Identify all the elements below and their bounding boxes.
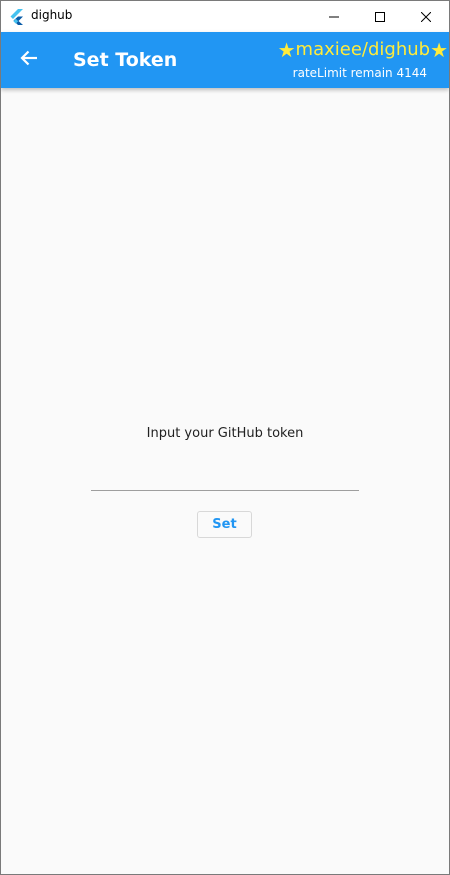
repo-link[interactable]: ★ maxiee/dighub ★ bbox=[278, 39, 448, 61]
maximize-button[interactable] bbox=[357, 1, 403, 32]
rate-limit-status: rateLimit remain 4144 bbox=[292, 66, 427, 80]
minimize-button[interactable] bbox=[311, 1, 357, 32]
arrow-left-icon bbox=[20, 50, 38, 70]
token-input[interactable] bbox=[91, 463, 359, 491]
star-icon: ★ bbox=[277, 38, 296, 62]
star-icon: ★ bbox=[430, 38, 448, 62]
token-prompt-label: Input your GitHub token bbox=[146, 426, 304, 441]
window-title: dighub bbox=[31, 8, 73, 22]
repo-name: maxiee/dighub bbox=[295, 39, 431, 60]
page-title: Set Token bbox=[73, 49, 178, 71]
set-button[interactable]: Set bbox=[197, 511, 252, 538]
minimize-icon bbox=[329, 7, 339, 26]
close-icon bbox=[420, 7, 432, 26]
app-bar: Set Token ★ maxiee/dighub ★ rateLimit re… bbox=[1, 32, 449, 88]
window-titlebar[interactable]: dighub bbox=[1, 1, 449, 32]
maximize-icon bbox=[375, 7, 385, 26]
close-button[interactable] bbox=[403, 1, 449, 32]
app-window: dighub Set Token ★ maxiee/dighub ★ rateL… bbox=[0, 0, 450, 875]
flutter-icon bbox=[10, 9, 24, 25]
back-button[interactable] bbox=[13, 44, 45, 76]
